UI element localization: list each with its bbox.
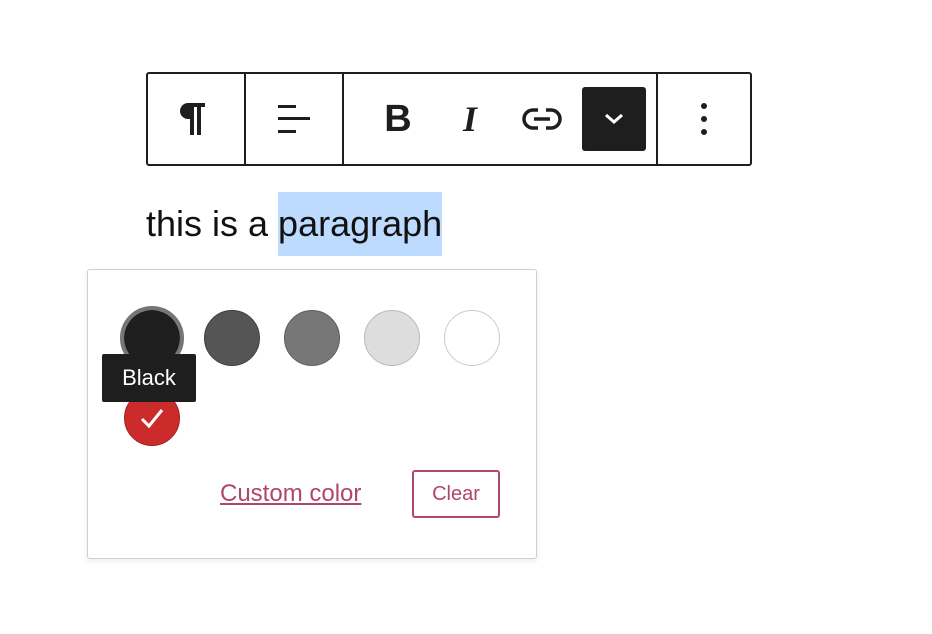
align-left-icon [278,105,310,133]
clear-button[interactable]: Clear [412,470,500,518]
align-button[interactable] [262,87,326,151]
swatch-dark-gray[interactable] [204,310,260,366]
custom-color-link[interactable]: Custom color [220,478,361,510]
check-icon [140,409,164,429]
options-group [656,74,750,164]
format-group: B I [342,74,656,164]
block-toolbar: B I [146,72,752,166]
bold-icon: B [384,97,412,140]
align-group [244,74,342,164]
options-button[interactable] [672,87,736,151]
paragraph-block[interactable]: this is a paragraph [146,192,443,256]
selected-text: paragraph [278,192,443,256]
link-button[interactable] [510,87,574,151]
block-type-button[interactable] [164,87,228,151]
swatch-light-gray[interactable] [364,310,420,366]
italic-button[interactable]: I [438,87,502,151]
more-vertical-icon [701,103,707,135]
swatch-white[interactable] [444,310,500,366]
link-icon [522,108,562,130]
paragraph-icon [180,103,205,135]
swatch-tooltip: Black [102,354,196,402]
swatch-gray[interactable] [284,310,340,366]
chevron-down-icon [605,113,623,124]
paragraph-text: this is a [146,203,279,244]
bold-button[interactable]: B [366,87,430,151]
italic-icon: I [462,99,477,139]
more-rich-text-button[interactable] [582,87,646,151]
block-type-group [148,74,244,164]
